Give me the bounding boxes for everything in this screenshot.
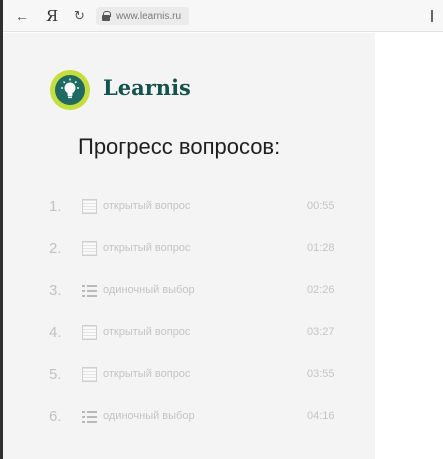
question-number: 2. [49, 240, 62, 257]
question-row[interactable]: 5. открытый вопрос 03:55 [3, 363, 375, 387]
question-row[interactable]: 2. открытый вопрос 01:28 [3, 237, 375, 261]
question-type: открытый вопрос [103, 326, 191, 338]
bullet-list-icon [82, 409, 97, 424]
question-number: 6. [49, 408, 62, 425]
browser-toolbar: ← Я ↻ www.learnis.ru [3, 0, 443, 32]
question-time: 02:26 [307, 284, 335, 296]
yandex-logo-icon[interactable]: Я [46, 8, 58, 24]
text-lines-icon [82, 241, 97, 256]
question-type: одиночный выбор [103, 410, 195, 422]
lock-icon [102, 11, 111, 21]
brand-name[interactable]: Learnis [103, 75, 191, 100]
address-bar[interactable]: www.learnis.ru [96, 7, 190, 25]
question-time: 00:55 [307, 200, 335, 212]
text-lines-icon [82, 325, 97, 340]
bullet-list-icon [82, 283, 97, 298]
question-type: одиночный выбор [103, 284, 195, 296]
page-title: Прогресс вопросов: [78, 134, 281, 159]
question-row[interactable]: 1. открытый вопрос 00:55 [3, 195, 375, 219]
app-window: ← Я ↻ www.learnis.ru Learnis Прогресс во… [0, 0, 443, 459]
question-type: открытый вопрос [103, 200, 191, 212]
question-number: 3. [49, 282, 62, 299]
text-lines-icon [82, 199, 97, 214]
text-lines-icon [82, 367, 97, 382]
question-row[interactable]: 4. открытый вопрос 03:27 [3, 321, 375, 345]
toolbar-divider [431, 10, 433, 22]
question-time: 03:55 [307, 368, 335, 380]
url-text: www.learnis.ru [116, 10, 182, 22]
lightbulb-icon [50, 70, 90, 110]
question-time: 04:16 [307, 410, 335, 422]
reload-icon[interactable]: ↻ [74, 8, 85, 24]
question-number: 4. [49, 324, 62, 341]
question-type: открытый вопрос [103, 242, 191, 254]
question-row[interactable]: 6. одиночный выбор 04:16 [3, 405, 375, 429]
main-content-area [375, 33, 443, 459]
question-time: 01:28 [307, 242, 335, 254]
question-number: 5. [49, 366, 62, 383]
arrow-left-icon[interactable]: ← [15, 8, 29, 24]
question-type: открытый вопрос [103, 368, 191, 380]
question-time: 03:27 [307, 326, 335, 338]
progress-sidebar: Learnis Прогресс вопросов: 1. открытый в… [3, 33, 375, 459]
question-row[interactable]: 3. одиночный выбор 02:26 [3, 279, 375, 303]
question-number: 1. [49, 198, 62, 215]
